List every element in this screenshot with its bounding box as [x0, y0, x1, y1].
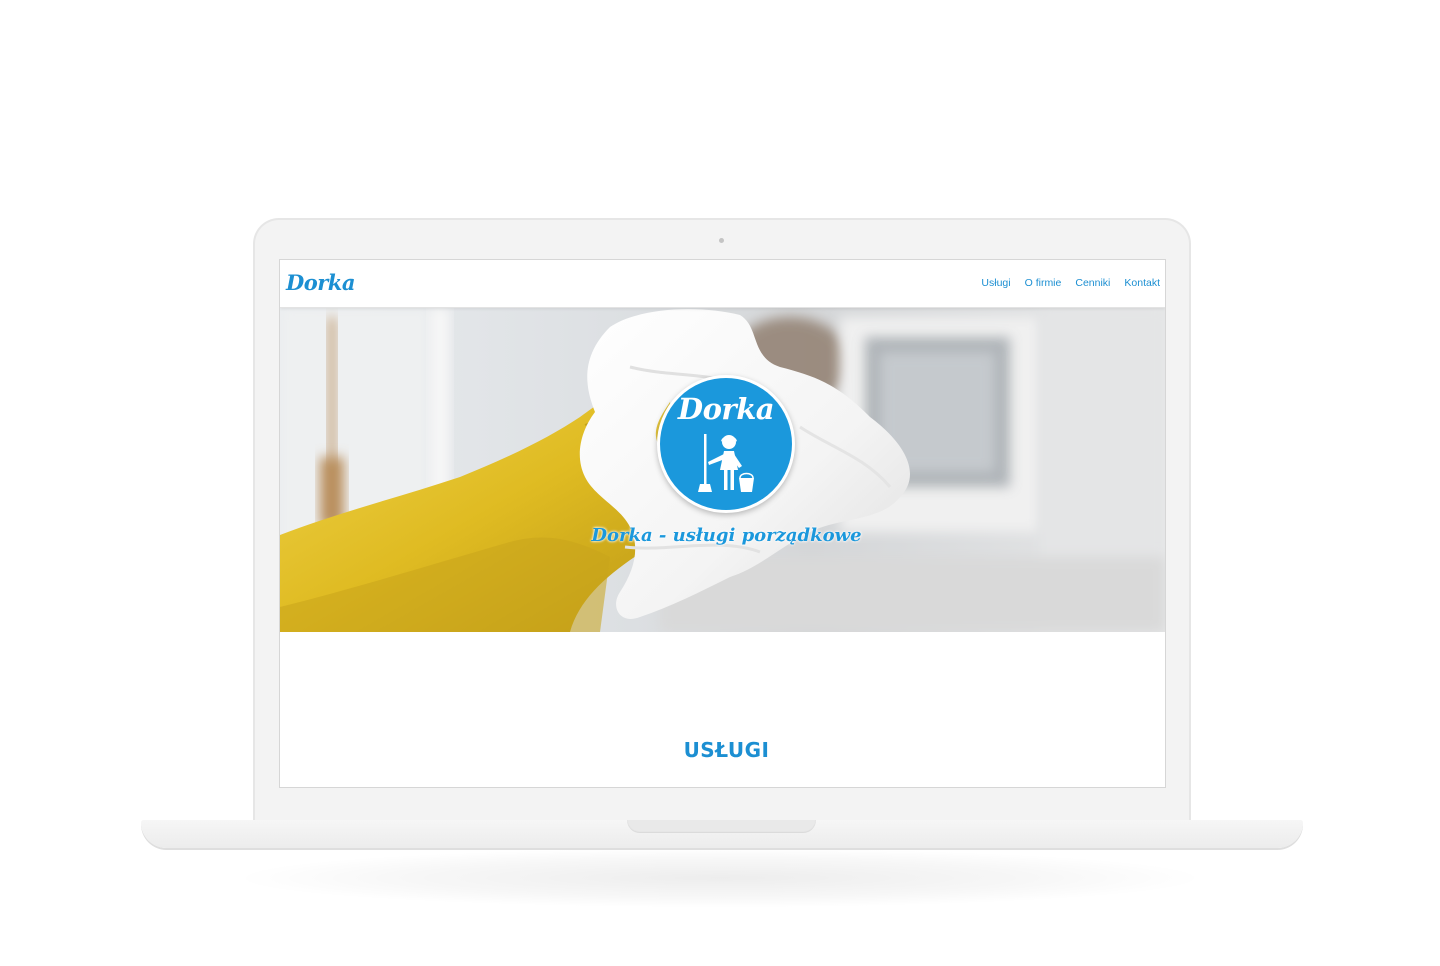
nav-link-uslugi[interactable]: Usługi — [981, 277, 1010, 289]
laptop-notch — [627, 820, 816, 833]
emblem-title: Dorka — [677, 392, 775, 426]
nav-link-kontakt[interactable]: Kontakt — [1124, 277, 1160, 289]
nav-link-o-firmie[interactable]: O firmie — [1025, 277, 1062, 289]
site-header: Dorka Usługi O firmie Cenniki Kontakt — [280, 260, 1165, 308]
mockup-stage: Dorka Usługi O firmie Cenniki Kontakt Do… — [0, 0, 1440, 966]
hero-tagline: Dorka - usługi porządkowe — [591, 525, 862, 546]
main-nav: Usługi O firmie Cenniki Kontakt — [981, 277, 1160, 289]
laptop-screen: Dorka Usługi O firmie Cenniki Kontakt Do… — [279, 259, 1166, 788]
brand-logo-link[interactable]: Dorka — [286, 270, 355, 295]
cleaning-lady-icon — [698, 434, 754, 492]
section-title-uslugi: USŁUGI — [683, 737, 770, 762]
nav-link-cenniki[interactable]: Cenniki — [1075, 277, 1110, 289]
hero-banner: Dorka Dorka - usługi porządkowe — [280, 307, 1165, 632]
hero-emblem: Dorka — [657, 375, 795, 513]
camera-icon — [719, 238, 724, 243]
laptop-shadow — [230, 848, 1210, 908]
